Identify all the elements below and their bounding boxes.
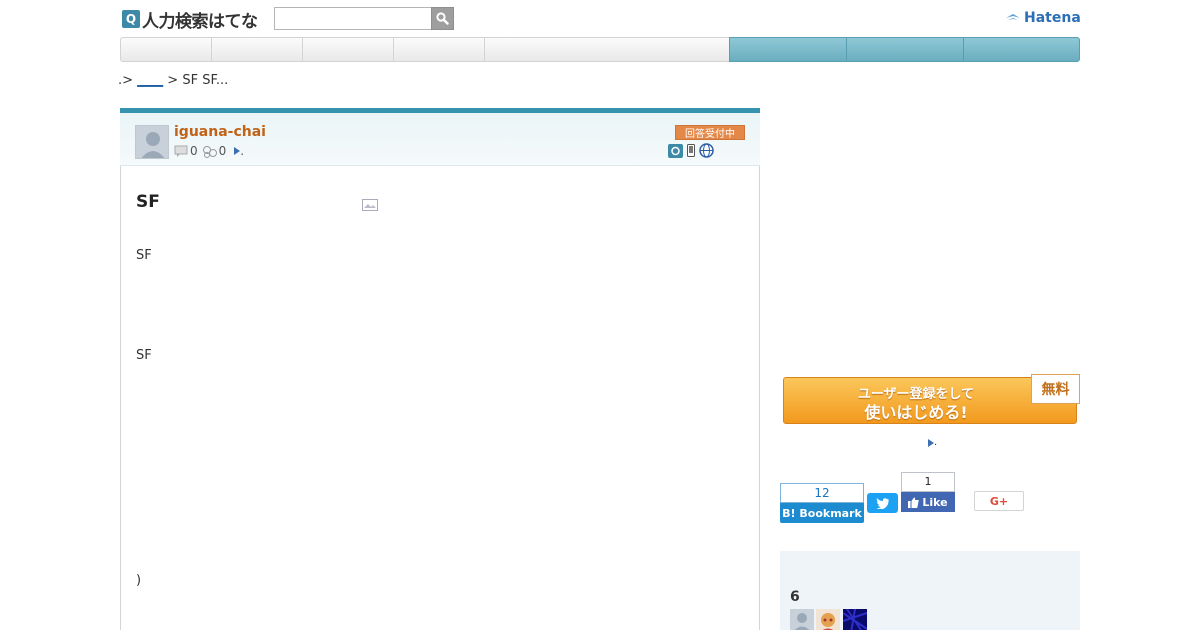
hatena-text: Hatena bbox=[1024, 10, 1081, 26]
google-plus-button[interactable]: G+ bbox=[974, 491, 1024, 511]
question-meta-icons bbox=[668, 143, 714, 158]
search-input[interactable] bbox=[274, 7, 432, 30]
breadcrumb: .> ____ > SF SF... bbox=[118, 73, 228, 88]
register-line-2: 使いはじめる! bbox=[864, 403, 968, 422]
star-cluster-icon bbox=[202, 145, 217, 158]
question-paragraph-3: ) bbox=[136, 573, 142, 588]
nav-item-4[interactable] bbox=[393, 37, 484, 62]
watcher-avatar-1[interactable] bbox=[790, 609, 814, 630]
twitter-bird-icon bbox=[876, 498, 889, 509]
nav-item-7[interactable] bbox=[846, 37, 963, 62]
watcher-avatar-2[interactable] bbox=[816, 609, 840, 630]
comment-icon bbox=[174, 145, 188, 157]
bookmark-count[interactable]: 12 bbox=[780, 483, 864, 503]
bookmark-button[interactable]: B! Bookmark bbox=[780, 503, 864, 523]
nav-item-2[interactable] bbox=[211, 37, 302, 62]
comment-count: 0 bbox=[190, 144, 198, 158]
sidebar-more-text: . bbox=[934, 437, 938, 448]
user-avatar[interactable] bbox=[135, 125, 169, 159]
nav-item-5[interactable] bbox=[484, 37, 729, 62]
global-nav bbox=[120, 37, 1080, 62]
nav-item-8[interactable] bbox=[963, 37, 1080, 62]
breadcrumb-prefix[interactable]: .> bbox=[118, 73, 137, 88]
nav-item-1[interactable] bbox=[120, 37, 211, 62]
search-icon bbox=[436, 12, 449, 25]
free-badge: 無料 bbox=[1031, 374, 1080, 404]
user-stats: 0 0 . bbox=[174, 144, 244, 158]
user-silhouette-icon bbox=[136, 126, 168, 158]
nav-item-3[interactable] bbox=[302, 37, 393, 62]
user-more-link[interactable]: . bbox=[240, 144, 244, 158]
sidebar-more-link[interactable]: . bbox=[928, 437, 937, 448]
thumbs-up-icon bbox=[908, 497, 920, 508]
hatena-bird-icon bbox=[1006, 14, 1020, 20]
status-badge: 回答受付中 bbox=[675, 125, 745, 140]
logo-text: 人力検索はてな bbox=[142, 11, 258, 32]
site-logo[interactable]: Q 人力検索はてな bbox=[122, 9, 258, 32]
facebook-like-button[interactable]: Like bbox=[901, 492, 955, 512]
globe-icon bbox=[699, 143, 714, 158]
hatena-q-icon bbox=[668, 143, 683, 158]
search-button[interactable] bbox=[431, 7, 454, 30]
facebook-like-label: Like bbox=[922, 495, 948, 509]
breadcrumb-link[interactable]: ____ bbox=[137, 73, 163, 88]
question-paragraph-2: SF bbox=[136, 348, 152, 363]
facebook-like-count: 1 bbox=[901, 472, 955, 492]
q-logo-icon: Q bbox=[122, 10, 140, 28]
question-body: SF SF SF ) bbox=[120, 166, 760, 630]
watcher-count: 6 bbox=[790, 589, 800, 605]
question-header: iguana-chai 0 0 . 回答受付中 bbox=[120, 108, 760, 166]
mobile-icon bbox=[687, 144, 695, 157]
watcher-avatar-3[interactable] bbox=[843, 609, 867, 630]
question-paragraph-1: SF bbox=[136, 248, 152, 263]
username-link[interactable]: iguana-chai bbox=[174, 124, 266, 140]
question-box: iguana-chai 0 0 . 回答受付中 SF SF SF) bbox=[120, 108, 760, 630]
star-count: 0 bbox=[218, 144, 227, 158]
breadcrumb-separator: > bbox=[163, 73, 183, 88]
hatena-logo[interactable]: Hatena bbox=[1005, 10, 1081, 26]
image-icon[interactable] bbox=[362, 199, 378, 211]
nav-item-6[interactable] bbox=[729, 37, 846, 62]
breadcrumb-current: SF SF... bbox=[182, 73, 229, 88]
tweet-button[interactable] bbox=[867, 493, 898, 513]
question-title: SF bbox=[136, 192, 160, 212]
watchers-box: 6 bbox=[780, 551, 1080, 630]
